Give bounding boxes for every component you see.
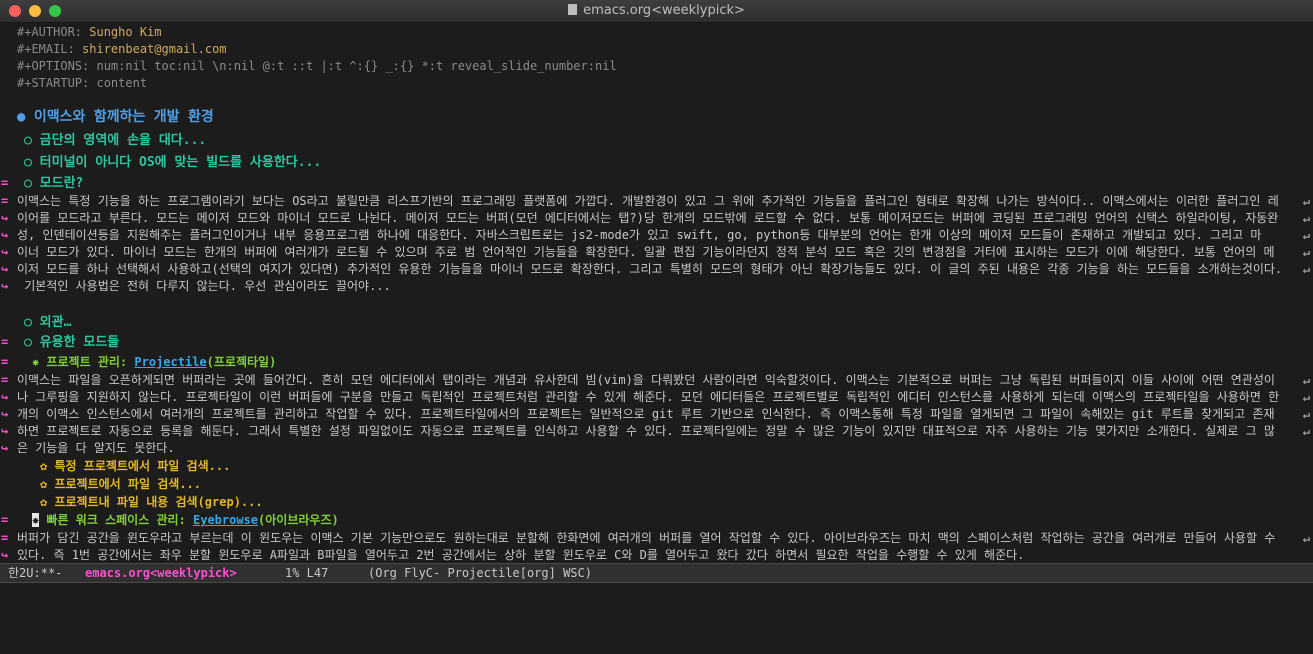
heading-bullet-icon: ○	[24, 335, 32, 350]
paragraph-line[interactable]: ↪ 이저 모드를 하나 선택해서 사용하고(선택의 여지가 있다면) 추가적인 …	[0, 261, 1313, 278]
heading-level-2[interactable]: ○ 금단의 영역에 손을 대다...	[0, 131, 1313, 150]
window-title: emacs.org<weeklypick>	[0, 3, 1313, 18]
heading-bullet-icon: ✿	[40, 459, 48, 473]
modeline-modes[interactable]: (Org FlyC- Projectile[org] WSC)	[368, 564, 592, 582]
fringe-marker: =	[1, 194, 9, 208]
document-icon	[568, 4, 578, 15]
paragraph-line[interactable]: ↪ 성, 인덴테이션등을 지원해주는 플러그인이거나 내부 응용프로그램 하나에…	[0, 227, 1313, 244]
wrap-arrow-icon: ↪	[1, 279, 9, 293]
wrap-arrow-icon: ↪	[1, 424, 9, 438]
wrap-arrow-icon: ↪	[1, 211, 9, 225]
paragraph-line[interactable]: ↪ 나 그루핑을 지원하지 않는다. 프로젝타일이 이런 버퍼들에 구분을 만들…	[0, 389, 1313, 406]
fringe-marker: =	[1, 176, 9, 190]
mode-line[interactable]: 한2U:**- emacs.org<weeklypick> 1% L47 (Or…	[0, 563, 1313, 583]
heading-bullet-icon: ✸	[32, 355, 40, 369]
heading-bullet-icon: ○	[24, 315, 32, 330]
paragraph-line[interactable]: ↪ 하면 프로젝트로 자동으로 등록을 해둔다. 그래서 특별한 설정 파일없이…	[0, 423, 1313, 440]
projectile-link[interactable]: Projectile	[134, 355, 206, 369]
meta-line-options[interactable]: #+OPTIONS: num:nil toc:nil \n:nil @:t ::…	[0, 58, 1313, 75]
meta-line-email[interactable]: #+EMAIL: shirenbeat@gmail.com	[0, 41, 1313, 58]
heading-level-2[interactable]: ○ 터미널이 아니다 OS에 맞는 빌드를 사용한다...	[0, 153, 1313, 172]
paragraph-line[interactable]: = 이맥스는 특정 기능을 하는 프로그램이라기 보다는 OS라고 불릴만큼 리…	[0, 193, 1313, 210]
wrap-arrow-icon: ↪	[1, 245, 9, 259]
wrap-arrow-icon: ↵	[1302, 424, 1310, 438]
fringe-marker: =	[1, 531, 9, 545]
fringe-marker: =	[1, 335, 9, 349]
paragraph-line[interactable]: ↪ 개의 이맥스 인스턴스에서 여러개의 프로젝트를 관리하고 작업할 수 있다…	[0, 406, 1313, 423]
heading-level-2[interactable]: = ○ 모드란?	[0, 174, 1313, 193]
heading-level-1[interactable]: ● 이맥스와 함께하는 개발 환경	[0, 108, 1313, 127]
paragraph-line[interactable]: = 버퍼가 담긴 공간을 윈도우라고 부르는데 이 윈도우는 이맥스 기본 기능…	[0, 530, 1313, 547]
heading-level-2[interactable]: = ○ 유용한 모드들	[0, 333, 1313, 352]
modeline-buffer-name[interactable]: emacs.org<weeklypick>	[85, 564, 237, 582]
heading-level-4[interactable]: ✿ 특정 프로젝트에서 파일 검색...	[0, 458, 1313, 475]
wrap-arrow-icon: ↵	[1302, 390, 1310, 404]
heading-bullet-icon: ○	[24, 133, 32, 148]
fringe-marker: =	[1, 355, 9, 369]
wrap-arrow-icon: ↵	[1302, 407, 1310, 421]
wrap-arrow-icon: ↵	[1302, 531, 1310, 545]
paragraph-line[interactable]: = 이맥스는 파일을 오픈하게되면 버퍼라는 곳에 들어간다. 흔히 모던 에디…	[0, 372, 1313, 389]
paragraph-line[interactable]: ↪ 이어를 모드라고 부른다. 모드는 메이저 모드와 마이너 모드로 나뉜다.…	[0, 210, 1313, 227]
eyebrowse-link[interactable]: Eyebrowse	[193, 513, 258, 527]
paragraph-line[interactable]: ↪ 이너 모드가 있다. 마이너 모드는 한개의 버퍼에 여러개가 로드될 수 …	[0, 244, 1313, 261]
fringe-marker: =	[1, 373, 9, 387]
modeline-position: 1% L47	[285, 566, 329, 580]
wrap-arrow-icon: ↪	[1, 262, 9, 276]
meta-line-author[interactable]: #+AUTHOR: Sungho Kim	[0, 24, 1313, 41]
wrap-arrow-icon: ↵	[1302, 211, 1310, 225]
wrap-arrow-icon: ↪	[1, 228, 9, 242]
heading-bullet-icon: ●	[17, 109, 26, 125]
heading-level-3[interactable]: = ✸ 프로젝트 관리: Projectile(프로젝타일)	[0, 354, 1313, 371]
fringe-marker: =	[1, 513, 9, 527]
heading-level-4[interactable]: ✿ 프로젝트내 파일 내용 검색(grep)...	[0, 494, 1313, 511]
text-cursor: ✸	[32, 513, 40, 527]
meta-line-startup[interactable]: #+STARTUP: content	[0, 75, 1313, 92]
heading-bullet-icon: ○	[24, 176, 32, 191]
heading-level-3[interactable]: = ✸ 빠른 워크 스페이스 관리: Eyebrowse(아이브라우즈)	[0, 512, 1313, 529]
editor-buffer[interactable]: #+AUTHOR: Sungho Kim #+EMAIL: shirenbeat…	[0, 22, 1313, 563]
paragraph-line[interactable]: ↪ 있다. 즉 1번 공간에서는 좌우 분할 윈도우로 A파일과 B파일을 열어…	[0, 547, 1313, 563]
wrap-arrow-icon: ↵	[1302, 373, 1310, 387]
paragraph-line[interactable]: ↪ 기본적인 사용법은 전혀 다루지 않는다. 우선 관심이라도 끌어야...	[0, 278, 1313, 295]
wrap-arrow-icon: ↪	[1, 548, 9, 562]
wrap-arrow-icon: ↪	[1, 441, 9, 455]
wrap-arrow-icon: ↵	[1302, 245, 1310, 259]
wrap-arrow-icon: ↵	[1302, 228, 1310, 242]
modeline-status: 한2U:**-	[8, 566, 63, 580]
wrap-arrow-icon: ↵	[1302, 194, 1310, 208]
wrap-arrow-icon: ↪	[1, 390, 9, 404]
heading-level-2[interactable]: ○ 외관…	[0, 313, 1313, 332]
title-bar: emacs.org<weeklypick>	[0, 0, 1313, 23]
heading-bullet-icon: ○	[24, 155, 32, 170]
wrap-arrow-icon: ↵	[1302, 262, 1310, 276]
wrap-arrow-icon: ↪	[1, 407, 9, 421]
paragraph-line[interactable]: ↪ 은 기능을 다 알지도 못한다.	[0, 440, 1313, 457]
heading-level-4[interactable]: ✿ 프로젝트에서 파일 검색...	[0, 476, 1313, 493]
heading-bullet-icon: ✿	[40, 495, 48, 509]
heading-bullet-icon: ✿	[40, 477, 48, 491]
